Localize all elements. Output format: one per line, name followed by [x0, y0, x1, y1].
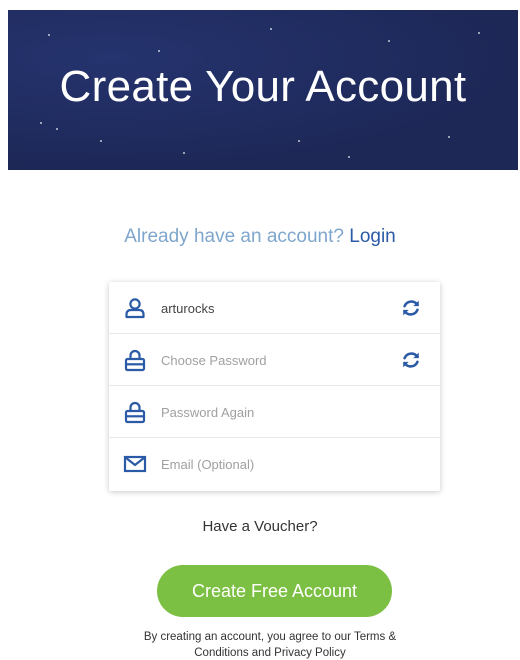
email-row — [109, 438, 440, 490]
voucher-link[interactable]: Have a Voucher? — [0, 518, 520, 535]
password-again-row — [109, 386, 440, 438]
email-input[interactable] — [161, 452, 381, 476]
envelope-icon — [123, 452, 147, 476]
terms-notice: By creating an account, you agree to our… — [143, 631, 397, 659]
lock-icon — [123, 400, 147, 424]
login-prompt: Already have an account? Login — [0, 226, 520, 248]
login-link[interactable]: Login — [349, 226, 396, 247]
choose-password-input[interactable] — [161, 348, 381, 372]
signup-form — [109, 282, 440, 491]
password-row — [109, 334, 440, 386]
username-input[interactable] — [161, 296, 381, 320]
create-account-button[interactable]: Create Free Account — [157, 565, 392, 617]
user-icon — [123, 296, 147, 320]
signup-page: Create Your Account Already have an acco… — [0, 0, 520, 660]
hero-banner: Create Your Account — [8, 10, 518, 170]
login-prompt-text: Already have an account? — [124, 226, 344, 247]
generate-password-refresh-icon[interactable] — [400, 349, 422, 371]
username-row — [109, 282, 440, 334]
lock-icon — [123, 348, 147, 372]
page-title: Create Your Account — [59, 62, 467, 111]
regenerate-username-refresh-icon[interactable] — [400, 297, 422, 319]
password-again-input[interactable] — [161, 400, 381, 424]
